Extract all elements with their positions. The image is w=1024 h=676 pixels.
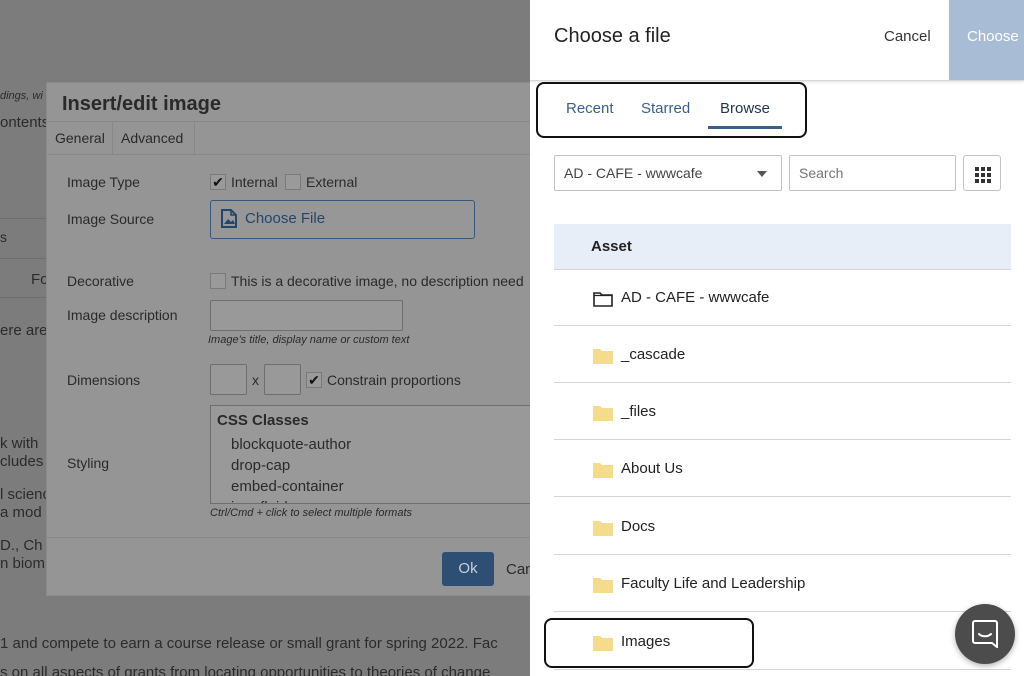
bg-text: s xyxy=(0,229,7,245)
asset-column-header: Asset xyxy=(554,224,1011,270)
list-item[interactable]: _files xyxy=(554,383,1011,440)
folder-icon xyxy=(593,404,613,426)
constrain-label: Constrain proportions xyxy=(327,372,461,388)
internal-checkbox[interactable]: ✔ xyxy=(210,174,226,190)
choose-file-label: Choose File xyxy=(245,210,326,227)
image-description-label: Image description xyxy=(67,307,178,323)
ok-button[interactable]: Ok xyxy=(442,552,494,586)
styling-option[interactable]: img-fluid xyxy=(231,499,288,503)
search-input[interactable] xyxy=(789,155,956,191)
choose-file-panel: Choose a file Cancel Choose Recent Starr… xyxy=(530,0,1024,676)
styling-help: Ctrl/Cmd + click to select multiple form… xyxy=(210,507,413,519)
decorative-checkbox-label: This is a decorative image, no descripti… xyxy=(231,273,524,289)
list-item-label: _files xyxy=(621,403,657,420)
asset-header-label: Asset xyxy=(591,238,632,255)
choose-button[interactable]: Choose xyxy=(949,0,1024,80)
folder-outline-icon xyxy=(593,290,613,312)
external-checkbox[interactable] xyxy=(285,174,301,190)
site-select[interactable]: AD - CAFE - wwwcafe xyxy=(554,155,782,191)
image-source-label: Image Source xyxy=(67,211,155,227)
dialog-title: Insert/edit image xyxy=(62,93,221,115)
image-description-input[interactable] xyxy=(210,300,403,331)
internal-label: Internal xyxy=(231,174,278,190)
list-item-label: Docs xyxy=(621,518,656,535)
panel-title: Choose a file xyxy=(554,25,671,47)
bg-text: 1 and compete to earn a course release o… xyxy=(0,635,498,652)
choose-file-button[interactable]: Choose File xyxy=(210,200,475,239)
list-item-label: _cascade xyxy=(621,346,686,363)
bg-text: ere are xyxy=(0,322,48,339)
styling-select-list[interactable]: CSS Classes blockquote-author drop-cap e… xyxy=(210,405,542,504)
bg-text: ontents xyxy=(0,114,50,131)
folder-icon xyxy=(593,519,613,541)
styling-option[interactable]: blockquote-author xyxy=(231,436,351,453)
list-item[interactable]: About Us xyxy=(554,440,1011,497)
height-input[interactable] xyxy=(264,364,301,395)
chevron-down-icon xyxy=(757,171,767,177)
list-item[interactable]: Faculty Life and Leadership xyxy=(554,555,1011,612)
bg-text: s on all aspects of grants from locating… xyxy=(0,664,491,676)
cancel-button[interactable]: Cancel xyxy=(884,28,931,45)
list-item-label: Faculty Life and Leadership xyxy=(621,575,806,592)
bg-text: l scienc xyxy=(0,486,51,503)
file-image-icon xyxy=(221,209,237,233)
constrain-checkbox[interactable]: ✔ xyxy=(306,372,322,388)
folder-icon xyxy=(593,461,613,483)
panel-header: Choose a file Cancel Choose xyxy=(530,0,1024,81)
tabs-highlight-box xyxy=(536,82,807,138)
list-item[interactable]: _cascade xyxy=(554,326,1011,383)
bg-text: D., Ch xyxy=(0,537,43,554)
site-select-value: AD - CAFE - wwwcafe xyxy=(564,165,703,181)
dimensions-label: Dimensions xyxy=(67,372,141,388)
bg-text: a mod xyxy=(0,504,42,521)
folder-icon xyxy=(593,576,613,598)
external-label: External xyxy=(306,174,358,190)
styling-label: Styling xyxy=(67,455,110,471)
chat-icon xyxy=(972,620,998,653)
image-type-label: Image Type xyxy=(67,174,140,190)
chat-launcher-button[interactable] xyxy=(955,604,1015,664)
tab-advanced[interactable]: Advanced xyxy=(113,122,195,154)
dimensions-x: x xyxy=(252,372,259,388)
grid-view-button[interactable] xyxy=(963,155,1001,191)
insert-edit-image-dialog: Insert/edit image General Advanced Image… xyxy=(46,82,546,596)
list-item-label: About Us xyxy=(621,460,683,477)
bg-text: n biom xyxy=(0,555,46,572)
width-input[interactable] xyxy=(210,364,247,395)
styling-group-header: CSS Classes xyxy=(217,412,309,429)
images-highlight-box xyxy=(544,618,754,668)
tab-general[interactable]: General xyxy=(47,122,113,154)
bg-text: cludes xyxy=(0,453,44,470)
decorative-label: Decorative xyxy=(67,273,134,289)
list-item[interactable]: Docs xyxy=(554,498,1011,555)
decorative-checkbox[interactable] xyxy=(210,273,226,289)
folder-icon xyxy=(593,347,613,369)
bg-text: k with xyxy=(0,435,39,452)
bg-text: dings, wi xyxy=(0,90,43,102)
styling-option[interactable]: embed-container xyxy=(231,478,344,495)
dialog-tabs: General Advanced xyxy=(47,121,545,155)
styling-option[interactable]: drop-cap xyxy=(231,457,290,474)
image-description-help: Image's title, display name or custom te… xyxy=(208,334,410,346)
list-item-label: AD - CAFE - wwwcafe xyxy=(621,289,770,306)
list-item[interactable]: AD - CAFE - wwwcafe xyxy=(554,269,1011,326)
